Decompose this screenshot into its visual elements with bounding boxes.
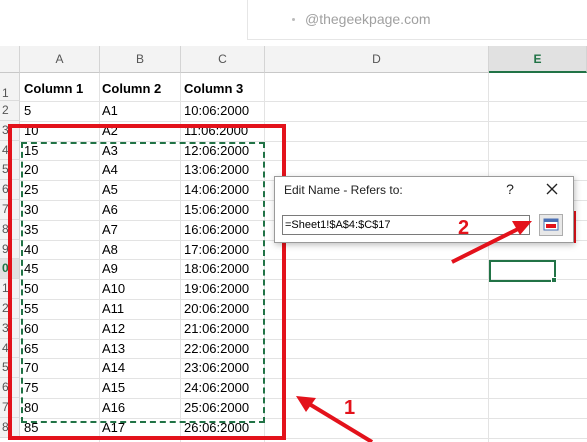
annotation-arrows [296,221,532,442]
arrow-1 [304,400,374,442]
annotation-label-1: 1 [344,397,356,419]
arrow-2-head [512,221,532,235]
annotation-label-2: 2 [458,217,470,239]
